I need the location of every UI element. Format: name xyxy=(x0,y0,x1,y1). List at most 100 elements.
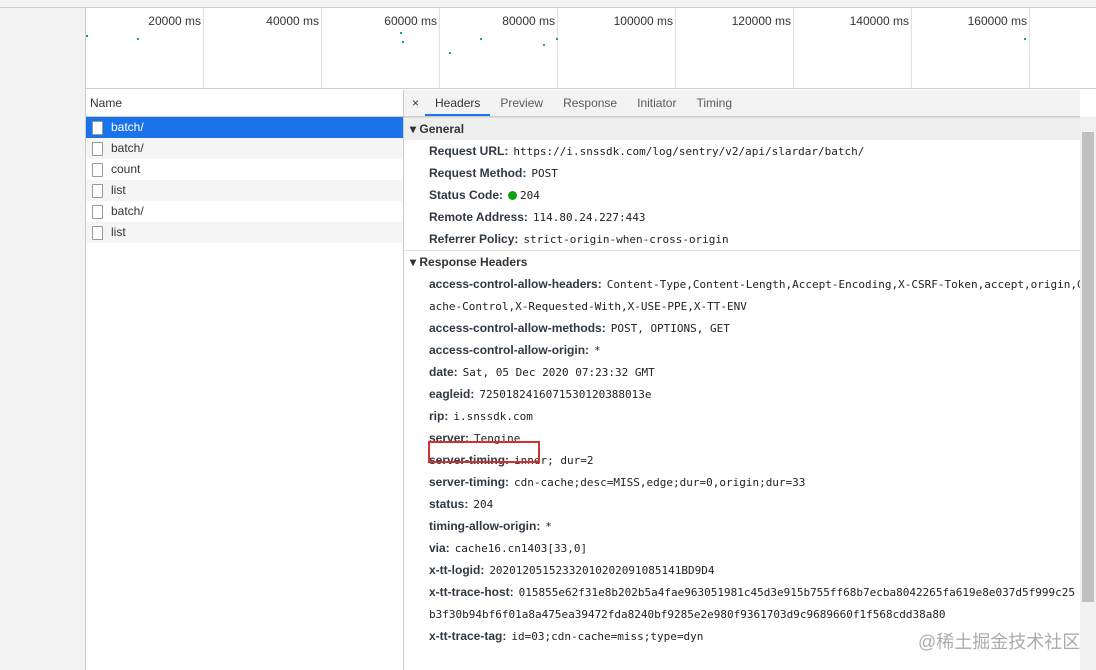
timeline-column: 1 xyxy=(1030,8,1096,88)
timeline-tick-label: 140000 ms xyxy=(849,14,909,28)
header-key: timing-allow-origin: xyxy=(429,519,541,533)
header-row: x-tt-trace-host: 015855e62f31e8b202b5a4fa… xyxy=(404,581,1080,603)
timeline-column: 120000 ms xyxy=(676,8,794,88)
watermark: @稀土掘金技术社区 xyxy=(918,632,1081,652)
header-key: access-control-allow-origin: xyxy=(429,343,590,357)
request-row[interactable]: count xyxy=(86,159,403,180)
header-value: 204 xyxy=(473,498,494,511)
tab-headers[interactable]: Headers xyxy=(425,90,491,116)
header-key: via: xyxy=(429,541,450,555)
header-row: rip: i.snssdk.com xyxy=(404,405,1080,427)
header-row: Request Method: POST xyxy=(404,162,1080,184)
file-icon xyxy=(92,183,103,198)
header-row: Status Code: 204 xyxy=(404,184,1080,206)
header-key: x-tt-trace-tag: xyxy=(429,629,507,643)
request-marker xyxy=(1024,38,1026,40)
request-marker xyxy=(556,38,558,40)
toolbar-strip xyxy=(0,0,1096,8)
header-value: b3f30b94bf6f01a8a475ea39472fda8240bf9285… xyxy=(429,608,946,621)
name-column-header[interactable]: Name xyxy=(86,90,403,117)
request-marker xyxy=(402,41,404,43)
header-row: date: Sat, 05 Dec 2020 07:23:32 GMT xyxy=(404,361,1080,383)
request-details-panel: × Headers Preview Response Initiator Timing ▾… xyxy=(404,90,1080,670)
tab-response[interactable]: Response xyxy=(553,90,627,116)
header-row: x-tt-logid: 20201205152332010202091085141… xyxy=(404,559,1080,581)
header-value: 015855e62f31e8b202b5a4fae963051981c45d3e… xyxy=(518,586,1075,599)
header-value: * xyxy=(545,520,552,533)
header-value: POST, OPTIONS, GET xyxy=(610,322,730,335)
close-icon[interactable]: × xyxy=(404,96,425,110)
header-key: x-tt-trace-host: xyxy=(429,585,514,599)
request-name: list xyxy=(111,183,126,197)
header-row: access-control-allow-headers: Content-Typ… xyxy=(404,273,1080,295)
header-row: eagleid: 7250182416071530120388013e xyxy=(404,383,1080,405)
request-row[interactable]: list xyxy=(86,222,403,243)
header-key: eagleid: xyxy=(429,387,475,401)
file-icon xyxy=(92,225,103,240)
header-value: POST xyxy=(531,167,558,180)
header-value: 204 xyxy=(520,189,540,202)
timeline-column: 60000 ms xyxy=(322,8,440,88)
header-value: https://i.snssdk.com/log/sentry/v2/api/s… xyxy=(513,145,865,158)
header-value: 114.80.24.227:443 xyxy=(532,211,646,224)
request-marker xyxy=(137,38,139,40)
timeline-tick-label: 40000 ms xyxy=(266,14,319,28)
request-marker xyxy=(543,44,545,46)
request-row[interactable]: batch/ xyxy=(86,201,403,222)
request-marker xyxy=(449,52,451,54)
header-value: Content-Type,Content-Length,Accept-Encod… xyxy=(606,278,1080,291)
tab-preview[interactable]: Preview xyxy=(490,90,553,116)
general-section-header[interactable]: ▾ General xyxy=(404,117,1080,140)
request-row[interactable]: batch/ xyxy=(86,138,403,159)
timeline-column: 20000 ms xyxy=(86,8,204,88)
timeline-tick-label: 160000 ms xyxy=(967,14,1027,28)
header-value: 20201205152332010202091085141BD9D4 xyxy=(489,564,715,577)
tab-initiator[interactable]: Initiator xyxy=(627,90,686,116)
response-headers-section-header[interactable]: ▾ Response Headers xyxy=(404,250,1080,273)
detail-tabs: × Headers Preview Response Initiator Timing xyxy=(404,90,1080,117)
section-title: Response Headers xyxy=(419,255,528,269)
request-marker xyxy=(86,35,88,37)
timeline-column: 80000 ms xyxy=(440,8,558,88)
header-key: access-control-allow-methods: xyxy=(429,321,606,335)
highlight-box xyxy=(428,441,540,463)
file-icon xyxy=(92,120,103,135)
request-row[interactable]: batch/ xyxy=(86,117,403,138)
header-key: Status Code: xyxy=(429,188,504,202)
request-name: batch/ xyxy=(111,120,144,134)
request-name: count xyxy=(111,162,141,176)
request-name: batch/ xyxy=(111,141,144,155)
header-row: Request URL: https://i.snssdk.com/log/sen… xyxy=(404,140,1080,162)
header-value: strict-origin-when-cross-origin xyxy=(523,233,729,246)
scrollbar-thumb[interactable] xyxy=(1082,132,1094,602)
status-dot-icon xyxy=(508,191,518,200)
tab-timing[interactable]: Timing xyxy=(686,90,742,116)
header-row: status: 204 xyxy=(404,493,1080,515)
header-row-continuation: b3f30b94bf6f01a8a475ea39472fda8240bf9285… xyxy=(404,603,1080,625)
header-row: Remote Address: 114.80.24.227:443 xyxy=(404,206,1080,228)
header-key: server-timing: xyxy=(429,475,510,489)
header-key: status: xyxy=(429,497,469,511)
timeline-column: 140000 ms xyxy=(794,8,912,88)
header-row: via: cache16.cn1403[33,0] xyxy=(404,537,1080,559)
timeline-column: 100000 ms xyxy=(558,8,676,88)
request-row[interactable]: list xyxy=(86,180,403,201)
timeline-tick-label: 80000 ms xyxy=(502,14,555,28)
header-row-continuation: ache-Control,X-Requested-With,X-USE-PPE,… xyxy=(404,295,1080,317)
timeline-tick-label: 20000 ms xyxy=(148,14,201,28)
request-list-panel: Name batch/batch/count list batch/list xyxy=(86,90,404,670)
request-name: list xyxy=(111,225,126,239)
header-row: server-timing: cdn-cache;desc=MISS,edge;d… xyxy=(404,471,1080,493)
header-value: ache-Control,X-Requested-With,X-USE-PPE,… xyxy=(429,300,747,313)
timeline-overview[interactable]: 20000 ms 40000 ms 60000 ms 80000 ms 100000 m… xyxy=(86,8,1096,89)
timeline-tick-label: 60000 ms xyxy=(384,14,437,28)
header-value: 7250182416071530120388013e xyxy=(479,388,652,401)
request-marker xyxy=(480,38,482,40)
header-row: access-control-allow-origin: * xyxy=(404,339,1080,361)
header-key: rip: xyxy=(429,409,449,423)
request-name: batch/ xyxy=(111,204,144,218)
header-key: date: xyxy=(429,365,458,379)
header-row: timing-allow-origin: * xyxy=(404,515,1080,537)
header-key: access-control-allow-headers: xyxy=(429,277,602,291)
header-row: access-control-allow-methods: POST, OPTIO… xyxy=(404,317,1080,339)
